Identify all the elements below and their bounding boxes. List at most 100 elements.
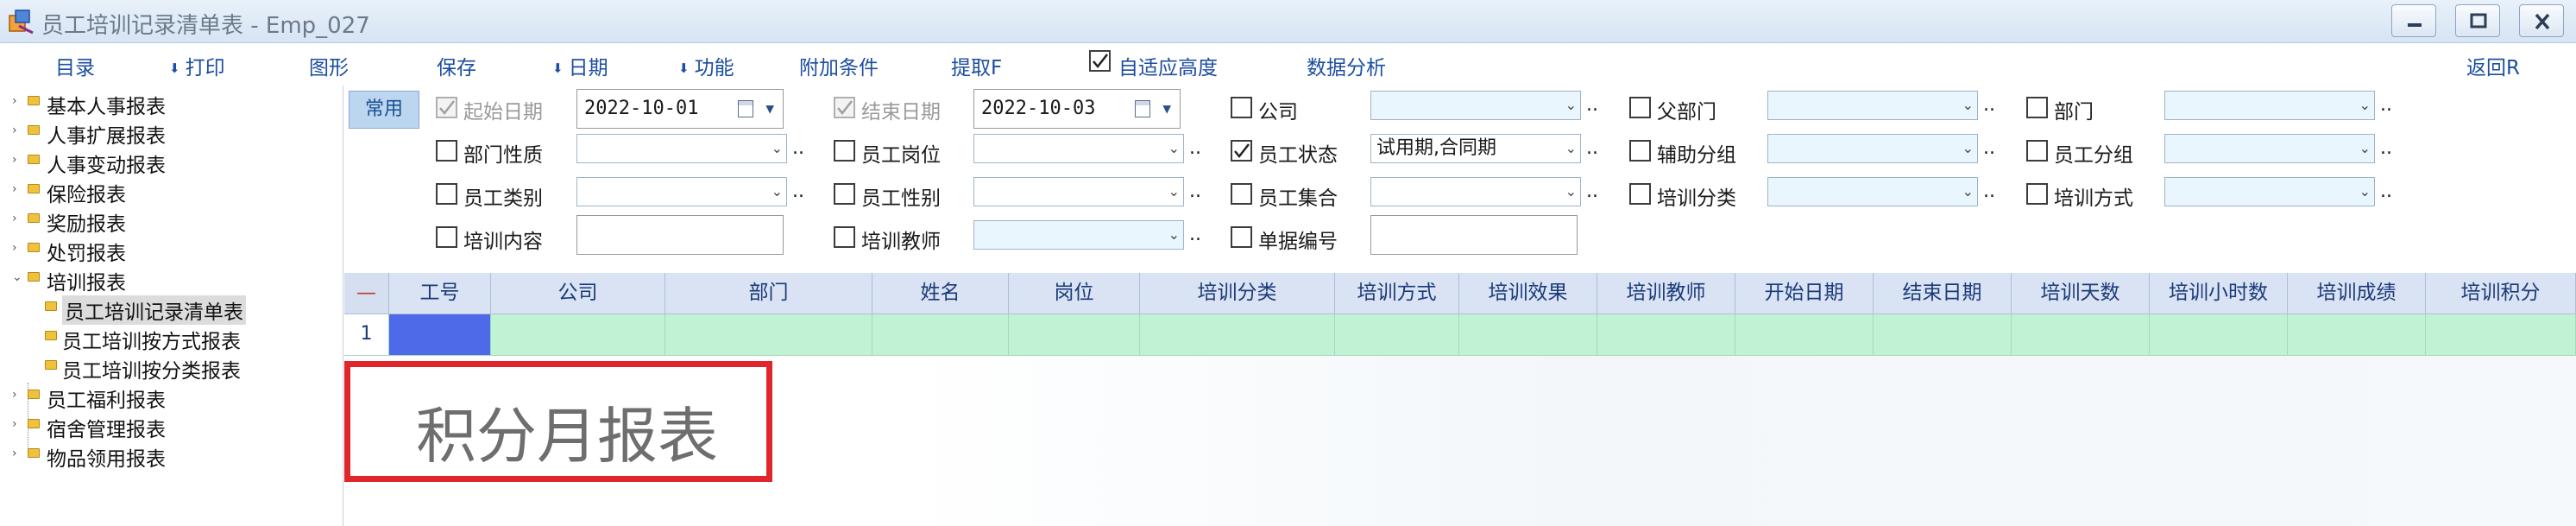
- more-button[interactable]: ..: [2380, 181, 2392, 202]
- expand-icon[interactable]: ›: [12, 153, 17, 167]
- selected-cell[interactable]: [389, 314, 491, 356]
- train-category-checkbox[interactable]: [1629, 183, 1651, 205]
- table-cell[interactable]: [2426, 314, 2576, 356]
- tab-common[interactable]: 常用: [349, 91, 419, 129]
- close-button[interactable]: [2519, 4, 2564, 37]
- chevron-down-icon[interactable]: ⌄: [2359, 135, 2371, 162]
- emp-status-checkbox[interactable]: [1231, 140, 1252, 162]
- aux-group-checkbox[interactable]: [1629, 140, 1651, 162]
- menu-data-analysis[interactable]: 数据分析: [1307, 51, 1386, 80]
- expand-icon[interactable]: ›: [12, 447, 17, 460]
- menu-catalog[interactable]: 目录: [55, 51, 95, 80]
- position-select[interactable]: ⌄: [973, 134, 1184, 163]
- column-header[interactable]: 培训教师: [1597, 273, 1735, 314]
- adaptive-height-checkbox[interactable]: [1089, 50, 1111, 72]
- expand-icon[interactable]: ›: [12, 241, 17, 255]
- chevron-down-icon[interactable]: ⌄: [1168, 135, 1180, 162]
- column-header[interactable]: 培训分类: [1140, 273, 1335, 314]
- chevron-down-icon[interactable]: ⌄: [2359, 178, 2371, 206]
- table-cell[interactable]: [665, 314, 872, 356]
- dropdown-arrow-icon[interactable]: ▼: [765, 90, 774, 128]
- column-header[interactable]: 培训小时数: [2150, 273, 2288, 314]
- more-button[interactable]: ..: [2380, 137, 2392, 159]
- calendar-icon[interactable]: [1135, 100, 1150, 117]
- dept-select[interactable]: ⌄: [2164, 91, 2375, 120]
- expand-icon[interactable]: ›: [12, 182, 17, 196]
- expand-icon[interactable]: ›: [12, 124, 17, 137]
- menu-return[interactable]: 返回R: [2466, 51, 2520, 80]
- more-button[interactable]: ..: [792, 181, 804, 202]
- table-cell[interactable]: [2012, 314, 2150, 356]
- more-button[interactable]: ..: [1586, 94, 1598, 116]
- column-header[interactable]: 结束日期: [1874, 273, 2012, 314]
- dept-checkbox[interactable]: [2026, 97, 2048, 118]
- table-cell[interactable]: [872, 314, 1009, 356]
- end-date-checkbox[interactable]: [834, 97, 855, 118]
- company-checkbox[interactable]: [1231, 97, 1252, 118]
- parent-dept-checkbox[interactable]: [1629, 97, 1651, 118]
- chevron-down-icon[interactable]: ⌄: [1565, 92, 1577, 119]
- minimize-button[interactable]: [2391, 4, 2436, 37]
- chevron-down-icon[interactable]: ⌄: [2359, 92, 2371, 119]
- table-cell[interactable]: [491, 314, 665, 356]
- table-cell[interactable]: [1009, 314, 1140, 356]
- train-teacher-checkbox[interactable]: [834, 226, 855, 248]
- expand-icon[interactable]: ›: [12, 417, 17, 431]
- doc-number-checkbox[interactable]: [1231, 226, 1252, 248]
- emp-group-checkbox[interactable]: [2026, 140, 2048, 162]
- emp-gender-checkbox[interactable]: [834, 183, 855, 205]
- data-grid[interactable]: — 工号 公司 部门 姓名 岗位 培训分类 培训方式 培训效果 培训教师 开始日期 结束日期 培训天数培…: [344, 273, 2576, 356]
- emp-set-checkbox[interactable]: [1231, 183, 1252, 205]
- more-button[interactable]: ..: [1586, 181, 1598, 202]
- emp-status-select[interactable]: 试用期,合同期 ⌄: [1370, 134, 1581, 163]
- emp-gender-select[interactable]: ⌄: [973, 177, 1184, 206]
- calendar-icon[interactable]: [738, 100, 753, 117]
- emp-set-select[interactable]: ⌄: [1370, 177, 1581, 206]
- chevron-down-icon[interactable]: ⌄: [1565, 178, 1577, 206]
- train-teacher-select[interactable]: ⌄: [973, 220, 1184, 250]
- table-cell[interactable]: [2150, 314, 2288, 356]
- menu-extract[interactable]: 提取F: [951, 51, 1002, 80]
- table-cell[interactable]: [1735, 314, 1874, 356]
- start-date-checkbox[interactable]: [436, 97, 457, 118]
- emp-category-select[interactable]: ⌄: [576, 177, 787, 206]
- more-button[interactable]: ..: [792, 137, 804, 159]
- chevron-down-icon[interactable]: ⌄: [1962, 135, 1974, 162]
- aux-group-select[interactable]: ⌄: [1767, 134, 1978, 163]
- column-header[interactable]: 培训积分: [2426, 273, 2576, 314]
- chevron-down-icon[interactable]: ⌄: [1565, 135, 1577, 162]
- expand-icon[interactable]: ›: [12, 212, 17, 225]
- table-cell[interactable]: [1874, 314, 2012, 356]
- parent-dept-select[interactable]: ⌄: [1767, 91, 1978, 120]
- more-button[interactable]: ..: [1983, 181, 1995, 202]
- menu-adaptive-height[interactable]: 自适应高度: [1118, 51, 1218, 80]
- chevron-down-icon[interactable]: ⌄: [1168, 178, 1180, 206]
- chevron-down-icon[interactable]: ⌄: [772, 178, 783, 206]
- column-header[interactable]: 开始日期: [1735, 273, 1874, 314]
- more-button[interactable]: ..: [1189, 181, 1201, 202]
- menu-date[interactable]: ⬇ 日期: [552, 51, 608, 80]
- start-date-picker[interactable]: 2022-10-01 ▼: [576, 89, 784, 129]
- column-header[interactable]: 部门: [665, 273, 872, 314]
- train-category-select[interactable]: ⌄: [1767, 177, 1978, 206]
- menu-function[interactable]: ⬇ 功能: [678, 51, 734, 80]
- more-button[interactable]: ..: [1189, 224, 1201, 245]
- report-tree[interactable]: › 基本人事报表 › 人事扩展报表 › 人事变动报表 › 保险报表 › 奖励报表 › 处罚报表 ⌄ 培训报…: [0, 86, 343, 526]
- menu-extra-conditions[interactable]: 附加条件: [799, 51, 879, 80]
- chevron-down-icon[interactable]: ⌄: [1168, 221, 1180, 249]
- table-cell[interactable]: [1335, 314, 1459, 356]
- column-header[interactable]: 培训方式: [1335, 273, 1459, 314]
- emp-group-select[interactable]: ⌄: [2164, 134, 2375, 163]
- train-method-checkbox[interactable]: [2026, 183, 2048, 205]
- company-select[interactable]: ⌄: [1370, 91, 1581, 120]
- more-button[interactable]: ..: [1586, 137, 1598, 159]
- column-header[interactable]: 岗位: [1009, 273, 1140, 314]
- column-header[interactable]: 工号: [389, 273, 491, 314]
- menu-print[interactable]: ⬇ 打印: [169, 51, 225, 80]
- chevron-down-icon[interactable]: ⌄: [772, 135, 783, 162]
- dept-nature-checkbox[interactable]: [436, 140, 457, 162]
- more-button[interactable]: ..: [2380, 94, 2392, 116]
- dept-nature-select[interactable]: ⌄: [576, 134, 787, 163]
- emp-category-checkbox[interactable]: [436, 183, 457, 205]
- column-header[interactable]: 公司: [491, 273, 665, 314]
